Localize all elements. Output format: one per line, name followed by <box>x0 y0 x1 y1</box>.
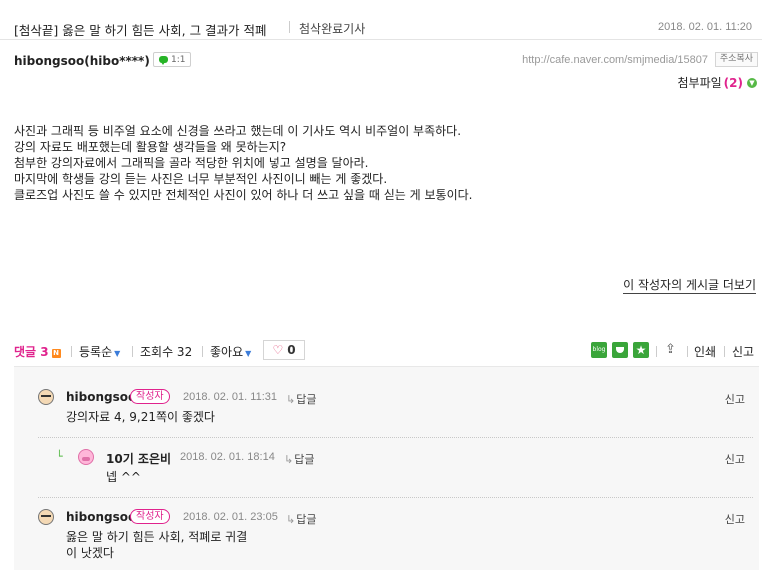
reply-label: 답글 <box>294 453 315 466</box>
avatar[interactable] <box>38 509 54 525</box>
comment-count-label: 댓글 3 <box>14 345 49 359</box>
heart-icon: ♡ <box>272 343 284 357</box>
body-line: 마지막에 학생들 강의 듣는 사진은 너무 부분적인 사진이니 빼는 게 좋겠다… <box>14 172 388 186</box>
post-author[interactable]: hibongsoo(hibo****) <box>14 54 150 68</box>
more-posts-link[interactable]: 이 작성자의 게시글 더보기 <box>623 277 756 294</box>
comment-text: 넵 ^^ <box>106 470 141 484</box>
caret-down-icon: ▼ <box>245 349 252 358</box>
like-button[interactable]: ♡ 0 <box>263 340 305 360</box>
share-export-icon[interactable]: ⇪ <box>665 342 681 358</box>
writer-badge: 작성자 <box>130 509 170 524</box>
reply-button[interactable]: ↳답글 <box>286 511 316 527</box>
copy-url-button[interactable]: 주소복사 <box>714 52 758 67</box>
reply-arrow-icon: ↳ <box>284 453 294 466</box>
body-line: 클로즈업 사진도 쓸 수 있지만 전체적인 사진이 있어 하나 더 쓰고 싶을 … <box>14 188 473 202</box>
comment-report-button[interactable]: 신고 <box>725 511 745 527</box>
cafe-share-icon[interactable] <box>612 342 628 358</box>
view-count: 조회수 32 <box>140 345 193 359</box>
divider <box>656 346 657 357</box>
reply-arrow-icon: ↳ <box>286 393 296 406</box>
caret-down-icon: ▼ <box>114 349 121 358</box>
likes-label: 좋아요 <box>210 345 244 359</box>
post-url[interactable]: http://cafe.naver.com/smjmedia/15807 <box>522 54 708 66</box>
post-body: 사진과 그래픽 등 비주얼 요소에 신경을 쓰라고 했는데 이 기사도 역시 비… <box>14 123 472 203</box>
report-button[interactable]: 신고 <box>732 343 754 360</box>
comment-date: 2018. 02. 01. 23:05 <box>183 511 278 523</box>
new-badge: N <box>51 349 61 358</box>
post-title: [첨삭끝] 옳은 말 하기 힘든 사회, 그 결과가 적폐 <box>14 23 267 38</box>
download-arrow-icon: ▼ <box>747 77 757 88</box>
comment-date: 2018. 02. 01. 11:31 <box>183 391 277 403</box>
comment-list: hibongsoo 작성자 2018. 02. 01. 11:31 ↳답글 신고… <box>14 366 759 570</box>
reply-label: 답글 <box>296 513 317 526</box>
divider <box>71 346 72 357</box>
action-bar: 댓글 3N 등록순 ▼ 조회수 32 좋아요 ▼ ♡ 0 blog ★ ⇪ 인쇄 신… <box>0 340 762 362</box>
comment-author[interactable]: hibongsoo <box>66 390 136 404</box>
avatar[interactable] <box>38 389 54 405</box>
comment-count-button[interactable]: 댓글 3N <box>14 343 61 360</box>
like-count: 0 <box>287 343 296 357</box>
title-separator <box>289 21 290 33</box>
reply-button[interactable]: ↳답글 <box>286 391 316 407</box>
board-link[interactable]: 첨삭완료기사 <box>299 20 365 37</box>
chat-button[interactable]: 1:1 <box>153 52 192 67</box>
writer-badge: 작성자 <box>130 389 170 404</box>
comment-report-button[interactable]: 신고 <box>725 451 745 467</box>
comment-date: 2018. 02. 01. 18:14 <box>180 451 275 463</box>
comment-author[interactable]: 10기 조은비 <box>106 450 171 467</box>
body-line: 첨부한 강의자료에서 그래픽을 골라 적당한 위치에 넣고 설명을 달아라. <box>14 156 369 170</box>
comment-text: 이 낫겠다 <box>66 546 114 560</box>
attachments-toggle[interactable]: 첨부파일 (2) ▼ <box>677 74 757 91</box>
body-line: 강의 자료도 배포했는데 활용할 생각들을 왜 못하는지? <box>14 140 287 154</box>
comment-author[interactable]: hibongsoo <box>66 510 136 524</box>
reply-arrow-icon: ↳ <box>286 513 296 526</box>
comment-divider <box>38 437 753 438</box>
comment-text: 옳은 말 하기 힘든 사회, 적폐로 귀결 <box>66 530 248 544</box>
divider <box>687 346 688 357</box>
comment-divider <box>38 497 753 498</box>
blog-share-icon[interactable]: blog <box>591 342 607 358</box>
divider <box>132 346 133 357</box>
chat-bubble-icon <box>159 56 168 65</box>
sort-label: 등록순 <box>79 345 113 359</box>
attachments-label: 첨부파일 <box>677 76 722 90</box>
divider <box>724 346 725 357</box>
reply-label: 답글 <box>296 393 317 406</box>
reply-button[interactable]: ↳답글 <box>284 451 314 467</box>
attachments-count: (2) <box>723 75 743 90</box>
print-button[interactable]: 인쇄 <box>694 343 716 360</box>
body-line: 사진과 그래픽 등 비주얼 요소에 신경을 쓰라고 했는데 이 기사도 역시 비… <box>14 124 462 138</box>
avatar[interactable] <box>78 449 94 465</box>
author-row: hibongsoo(hibo****) 1:1 http://cafe.nave… <box>0 50 762 72</box>
likes-dropdown[interactable]: 좋아요 ▼ <box>210 343 251 360</box>
reply-indent-icon: └ <box>56 450 63 463</box>
post-date: 2018. 02. 01. 11:20 <box>658 21 752 33</box>
chat-count: 1:1 <box>171 54 186 65</box>
post-header: [첨삭끝] 옳은 말 하기 힘든 사회, 그 결과가 적폐 첨삭완료기사 201… <box>0 0 762 40</box>
divider <box>202 346 203 357</box>
comment-report-button[interactable]: 신고 <box>725 391 745 407</box>
bookmark-star-icon[interactable]: ★ <box>633 342 649 358</box>
comment-text: 강의자료 4, 9,21쪽이 좋겠다 <box>66 410 215 424</box>
sort-dropdown[interactable]: 등록순 ▼ <box>79 343 120 360</box>
